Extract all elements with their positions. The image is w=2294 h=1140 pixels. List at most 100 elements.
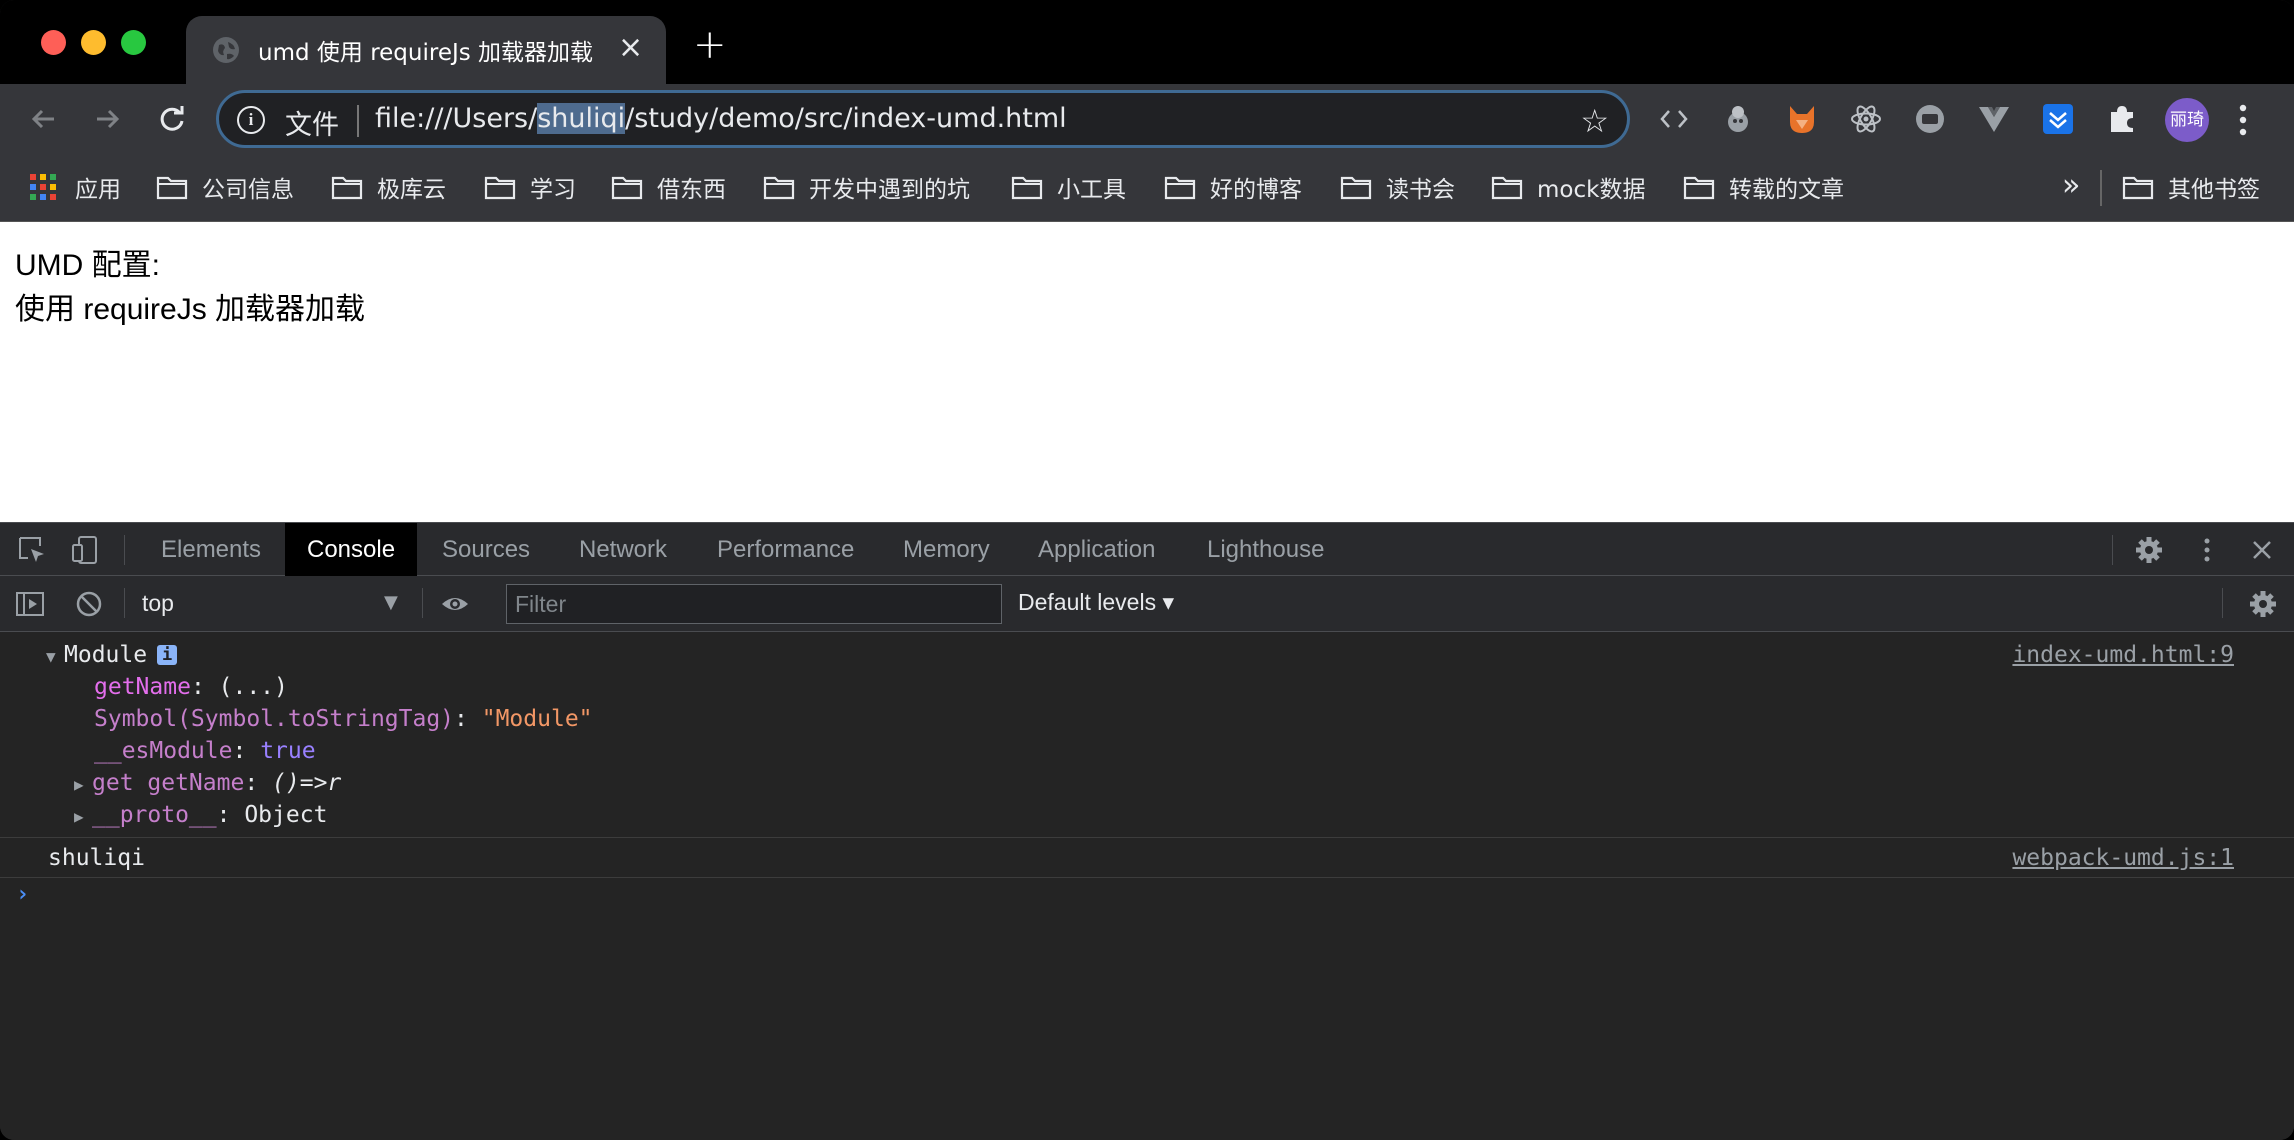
- bookmark-folder[interactable]: 小工具: [1011, 170, 1126, 204]
- console-toolbar: top ▼ Filter Default levels ▾: [0, 576, 2294, 632]
- console-prompt-icon[interactable]: ›: [16, 882, 29, 907]
- title-bar: umd 使用 requireJs 加载器加载 × +: [0, 0, 2294, 84]
- page-text-line: UMD 配置:: [15, 249, 160, 282]
- chevron-down-icon[interactable]: ▼: [384, 592, 398, 613]
- page-text-line: 使用 requireJs 加载器加载: [15, 293, 366, 326]
- toolbar-divider: [124, 588, 125, 618]
- tab-lighthouse[interactable]: Lighthouse: [1185, 523, 1346, 576]
- console-object-header[interactable]: ▼ Module i: [46, 642, 178, 668]
- devtools-panel: Elements Console Sources Network Perform…: [0, 522, 2294, 1140]
- close-devtools-icon[interactable]: [2247, 535, 2277, 565]
- settings-gear-icon[interactable]: [2134, 535, 2164, 565]
- console-output: ▼ Module i index-umd.html:9 getName: (...)…: [0, 632, 2294, 1140]
- console-source-link[interactable]: index-umd.html:9: [2012, 642, 2234, 668]
- bookmark-folder[interactable]: 转载的文章: [1683, 170, 1844, 204]
- bookmark-label: mock数据: [1537, 177, 1646, 203]
- object-property[interactable]: ▶ get getName: ()=>r: [74, 770, 341, 796]
- bookmark-folder[interactable]: 好的博客: [1164, 170, 1302, 204]
- expand-triangle-right-icon[interactable]: ▶: [74, 775, 92, 794]
- window-minimize-button[interactable]: [81, 30, 106, 55]
- reload-icon: [160, 106, 184, 131]
- window-zoom-button[interactable]: [121, 30, 146, 55]
- bookmark-folder[interactable]: 借东西: [611, 170, 726, 204]
- object-property[interactable]: Symbol(Symbol.toStringTag): "Module": [94, 706, 593, 732]
- vue-devtools-icon[interactable]: [1977, 102, 2011, 136]
- filter-input[interactable]: Filter: [506, 584, 1002, 624]
- react-devtools-icon[interactable]: [1849, 102, 1883, 136]
- bookmark-folder[interactable]: mock数据: [1491, 170, 1645, 204]
- bookmark-other[interactable]: 其他书签: [2122, 170, 2260, 204]
- scheme-separator: [357, 105, 359, 137]
- object-property[interactable]: getName: (...): [94, 674, 288, 700]
- site-info-icon[interactable]: i: [237, 106, 265, 134]
- bookmark-folder[interactable]: 极库云: [331, 170, 446, 204]
- code-brackets-icon[interactable]: [1657, 102, 1691, 136]
- bookmark-star-icon[interactable]: ☆: [1580, 102, 1609, 140]
- object-property[interactable]: __esModule: true: [94, 738, 316, 764]
- bookmark-label: 其他书签: [2168, 177, 2260, 203]
- browser-toolbar: i 文件 file:///Users/shuliqi/study/demo/sr…: [0, 84, 2294, 156]
- clear-console-icon[interactable]: [74, 589, 104, 619]
- page-viewport: UMD 配置: 使用 requireJs 加载器加载: [0, 222, 2294, 522]
- reload-button[interactable]: [149, 96, 195, 142]
- arrow-right-icon: [97, 109, 120, 129]
- profile-avatar[interactable]: 丽琦: [2165, 98, 2209, 142]
- forward-button[interactable]: [84, 96, 130, 142]
- bookmark-folder[interactable]: 开发中遇到的坑: [763, 170, 970, 204]
- folder-icon: [611, 176, 643, 200]
- url-text[interactable]: file:///Users/shuliqi/study/demo/src/ind…: [375, 103, 1067, 134]
- more-menu-icon[interactable]: [2238, 100, 2248, 140]
- bookmark-label: 小工具: [1057, 177, 1126, 203]
- bookmark-label: 转载的文章: [1729, 177, 1844, 203]
- tab-elements[interactable]: Elements: [139, 523, 283, 576]
- tab-close-icon[interactable]: ×: [618, 30, 643, 65]
- toolbar-divider: [2222, 588, 2223, 618]
- console-message-divider: [0, 837, 2294, 838]
- more-options-icon[interactable]: [2192, 535, 2222, 565]
- expand-triangle-right-icon[interactable]: ▶: [74, 807, 92, 826]
- device-toolbar-icon[interactable]: [70, 535, 100, 565]
- tab-sources[interactable]: Sources: [420, 523, 552, 576]
- folder-icon: [331, 176, 363, 200]
- folder-icon: [156, 176, 188, 200]
- tab-memory[interactable]: Memory: [881, 523, 1012, 576]
- toolbar-divider: [124, 535, 125, 565]
- json-extension-icon[interactable]: [1913, 102, 1947, 136]
- sidebar-toggle-icon[interactable]: [15, 589, 45, 619]
- tab-console[interactable]: Console: [285, 523, 418, 576]
- download-extension-icon[interactable]: [2041, 102, 2075, 136]
- folder-icon: [1491, 176, 1523, 200]
- tab-performance[interactable]: Performance: [695, 523, 876, 576]
- scheme-label: 文件: [285, 110, 339, 141]
- console-settings-gear-icon[interactable]: [2248, 589, 2278, 619]
- back-button[interactable]: [21, 96, 67, 142]
- bookmark-folder[interactable]: 公司信息: [156, 170, 294, 204]
- bookmark-label: 开发中遇到的坑: [809, 177, 970, 203]
- folder-icon: [763, 176, 795, 200]
- address-bar[interactable]: i 文件 file:///Users/shuliqi/study/demo/sr…: [216, 90, 1630, 148]
- bookmark-folder[interactable]: 读书会: [1340, 170, 1455, 204]
- folder-icon: [1683, 176, 1715, 200]
- expand-triangle-down-icon[interactable]: ▼: [46, 647, 64, 666]
- bookmark-apps[interactable]: 应用: [29, 170, 121, 204]
- inspect-element-icon[interactable]: [17, 535, 47, 565]
- window-close-button[interactable]: [41, 30, 66, 55]
- console-source-link[interactable]: webpack-umd.js:1: [2012, 845, 2234, 871]
- mascot-extension-icon[interactable]: [1721, 102, 1755, 136]
- info-icon[interactable]: i: [157, 645, 178, 665]
- bookmark-folder[interactable]: 学习: [484, 170, 576, 204]
- new-tab-button[interactable]: +: [693, 22, 727, 68]
- tab-active[interactable]: umd 使用 requireJs 加载器加载 ×: [186, 16, 666, 84]
- log-levels-dropdown[interactable]: Default levels ▾: [1018, 589, 1174, 616]
- tab-application[interactable]: Application: [1016, 523, 1177, 576]
- context-selector[interactable]: top: [142, 590, 174, 617]
- bookmarks-overflow-button[interactable]: »: [2062, 168, 2080, 203]
- tab-network[interactable]: Network: [557, 523, 689, 576]
- console-message-divider: [0, 877, 2294, 878]
- object-property[interactable]: ▶ __proto__: Object: [74, 802, 327, 828]
- console-log-message: shuliqi: [48, 845, 145, 871]
- bookmark-label: 学习: [530, 177, 576, 203]
- fox-extension-icon[interactable]: [1785, 102, 1819, 136]
- puzzle-extensions-icon[interactable]: [2105, 102, 2139, 136]
- eye-icon[interactable]: [440, 589, 470, 619]
